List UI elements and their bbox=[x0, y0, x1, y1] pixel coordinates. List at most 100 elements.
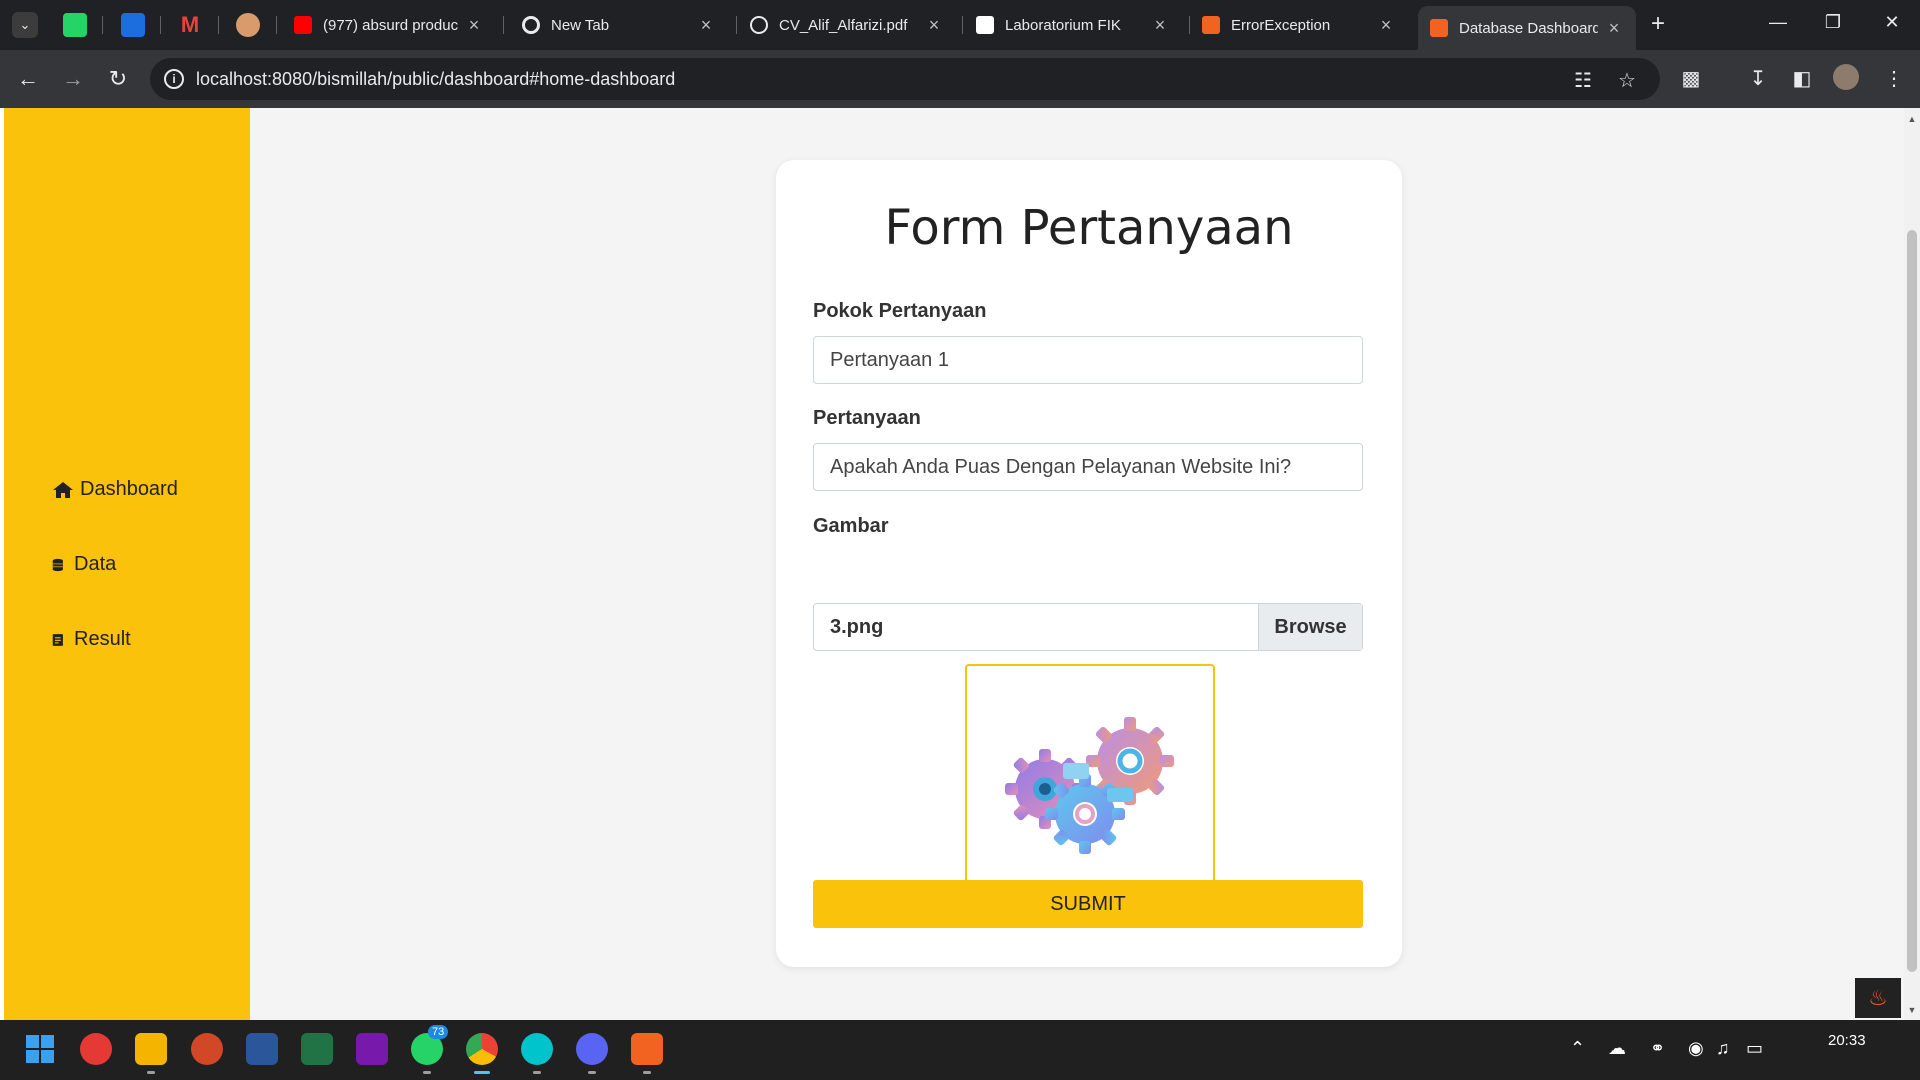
file-explorer-icon[interactable] bbox=[135, 1033, 167, 1065]
running-indicator bbox=[588, 1071, 596, 1074]
restore-icon[interactable]: ❐ bbox=[1813, 12, 1853, 33]
chrome-icon[interactable] bbox=[466, 1033, 498, 1065]
more-menu-icon[interactable]: ⋮ bbox=[1880, 66, 1908, 91]
selected-file-name: 3.png bbox=[830, 616, 884, 638]
sidebar-item-dashboard[interactable]: Dashboard bbox=[52, 478, 178, 501]
tab-cv-pdf[interactable]: CV_Alif_Alfarizi.pdf × bbox=[738, 8, 956, 42]
gambar-label: Gambar bbox=[813, 515, 889, 537]
active-indicator bbox=[474, 1071, 490, 1074]
tab-title: New Tab bbox=[551, 16, 610, 34]
tab-error-exception[interactable]: ErrorException × bbox=[1190, 8, 1408, 42]
close-icon[interactable]: × bbox=[1376, 15, 1396, 36]
window-close-icon[interactable]: ✕ bbox=[1872, 12, 1912, 33]
close-icon[interactable]: × bbox=[1150, 15, 1170, 36]
powerpoint-icon[interactable] bbox=[191, 1033, 223, 1065]
microphone-icon[interactable]: ⚭ bbox=[1650, 1038, 1665, 1059]
sidebar-item-result[interactable]: Result bbox=[52, 628, 131, 651]
address-bar[interactable]: i localhost:8080/bismillah/public/dashbo… bbox=[150, 58, 1660, 100]
windows-taskbar: 73 ⌃ ☁ ⚭ ◉ ♫ ▭ 20:33 bbox=[0, 1020, 1920, 1080]
onedrive-icon[interactable]: ☁ bbox=[1608, 1038, 1626, 1059]
battery-icon[interactable]: ▭ bbox=[1746, 1038, 1763, 1059]
tab-title: ErrorException bbox=[1231, 16, 1331, 34]
tab-divider bbox=[736, 16, 737, 34]
url-text[interactable]: localhost:8080/bismillah/public/dashboar… bbox=[196, 69, 675, 90]
taskbar-clock[interactable]: 20:33 bbox=[1828, 1032, 1866, 1049]
close-icon[interactable]: × bbox=[924, 15, 944, 36]
sidebar-item-label: Result bbox=[74, 628, 131, 650]
xampp-icon[interactable] bbox=[631, 1033, 663, 1065]
palette-icon[interactable] bbox=[236, 13, 260, 37]
minimize-icon[interactable]: — bbox=[1758, 12, 1798, 33]
side-panel-icon[interactable]: ◧ bbox=[1788, 66, 1816, 91]
close-icon[interactable]: × bbox=[696, 15, 716, 36]
close-icon[interactable]: × bbox=[1604, 18, 1624, 39]
xmind-icon[interactable] bbox=[80, 1033, 112, 1065]
new-tab-button[interactable]: + bbox=[1651, 12, 1665, 36]
pokok-pertanyaan-label: Pokok Pertanyaan bbox=[813, 300, 987, 322]
whatsapp-icon[interactable] bbox=[63, 13, 87, 37]
excel-icon[interactable] bbox=[301, 1033, 333, 1065]
tab-title: CV_Alif_Alfarizi.pdf bbox=[779, 16, 908, 34]
tab-new-tab[interactable]: New Tab × bbox=[510, 8, 728, 42]
tab-title: Database Dashboard bbox=[1459, 19, 1598, 37]
scroll-up-arrow-icon[interactable]: ▲ bbox=[1904, 114, 1920, 124]
translate-icon[interactable]: ☷ bbox=[1574, 68, 1592, 93]
canva-icon[interactable] bbox=[521, 1033, 553, 1065]
chrome-icon bbox=[522, 16, 540, 34]
wifi-icon[interactable]: ◉ bbox=[1688, 1038, 1704, 1059]
gears-icon bbox=[1005, 717, 1174, 854]
discord-icon[interactable] bbox=[576, 1033, 608, 1065]
xampp-icon bbox=[1202, 16, 1220, 34]
trello-icon[interactable] bbox=[121, 13, 145, 37]
tab-divider bbox=[160, 16, 161, 34]
word-icon[interactable] bbox=[246, 1033, 278, 1065]
tab-title: Laboratorium FIK bbox=[1005, 16, 1121, 34]
onenote-icon[interactable] bbox=[356, 1033, 388, 1065]
tray-overflow-icon[interactable]: ⌃ bbox=[1570, 1038, 1585, 1059]
running-indicator bbox=[533, 1071, 541, 1074]
codeigniter-debug-icon[interactable]: ♨ bbox=[1855, 978, 1901, 1018]
page-scrollbar[interactable]: ▲ ▼ bbox=[1904, 108, 1920, 1020]
globe-icon bbox=[750, 16, 768, 34]
tab-divider bbox=[276, 16, 277, 34]
reload-icon[interactable]: ↻ bbox=[103, 64, 133, 94]
page-viewport: Dashboard Data Result Form Pertanyaan Po… bbox=[4, 108, 1904, 1020]
back-arrow-icon[interactable]: ← bbox=[13, 64, 43, 94]
browser-tab-strip: ⌄ M (977) absurd product × New Tab × CV_… bbox=[0, 0, 1920, 50]
site-info-icon[interactable]: i bbox=[164, 69, 184, 89]
tab-search-icon[interactable]: ⌄ bbox=[12, 12, 38, 38]
whatsapp-icon[interactable]: 73 bbox=[411, 1025, 449, 1065]
sidebar-item-data[interactable]: Data bbox=[52, 553, 116, 576]
pokok-pertanyaan-input[interactable]: Pertanyaan 1 bbox=[813, 336, 1363, 384]
running-indicator bbox=[643, 1071, 651, 1074]
tab-laboratorium[interactable]: Laboratorium FIK × bbox=[964, 8, 1182, 42]
tab-database-dashboard[interactable]: Database Dashboard × bbox=[1418, 6, 1636, 50]
tab-title: (977) absurd product bbox=[323, 16, 458, 34]
extensions-icon[interactable]: ▩ bbox=[1677, 66, 1705, 91]
volume-icon[interactable]: ♫ bbox=[1716, 1038, 1730, 1059]
sidebar-item-label: Data bbox=[74, 553, 117, 575]
pertanyaan-label: Pertanyaan bbox=[813, 407, 921, 429]
scroll-down-arrow-icon[interactable]: ▼ bbox=[1904, 1005, 1920, 1015]
youtube-icon bbox=[294, 16, 312, 34]
tab-youtube[interactable]: (977) absurd product × bbox=[282, 8, 496, 42]
gambar-file-input[interactable]: 3.png Browse bbox=[813, 603, 1363, 651]
scrollbar-thumb[interactable] bbox=[1907, 230, 1917, 972]
close-icon[interactable]: × bbox=[464, 15, 484, 36]
submit-button[interactable]: SUBMIT bbox=[813, 880, 1363, 928]
tab-divider bbox=[218, 16, 219, 34]
tab-divider bbox=[102, 16, 103, 34]
pertanyaan-input[interactable]: Apakah Anda Puas Dengan Pelayanan Websit… bbox=[813, 443, 1363, 491]
running-indicator bbox=[423, 1071, 431, 1074]
question-form-card: Form Pertanyaan Pokok Pertanyaan Pertany… bbox=[776, 160, 1402, 967]
windows-start-icon[interactable] bbox=[24, 1033, 56, 1065]
browse-button[interactable]: Browse bbox=[1258, 604, 1362, 650]
download-icon[interactable]: ↧ bbox=[1744, 66, 1772, 91]
home-icon bbox=[53, 481, 73, 498]
gmail-icon[interactable]: M bbox=[178, 13, 202, 37]
bookmark-star-icon[interactable]: ☆ bbox=[1618, 68, 1636, 93]
running-indicator bbox=[147, 1071, 155, 1074]
forward-arrow-icon[interactable]: → bbox=[58, 64, 88, 94]
tab-divider bbox=[962, 16, 963, 34]
profile-avatar[interactable] bbox=[1833, 64, 1859, 90]
